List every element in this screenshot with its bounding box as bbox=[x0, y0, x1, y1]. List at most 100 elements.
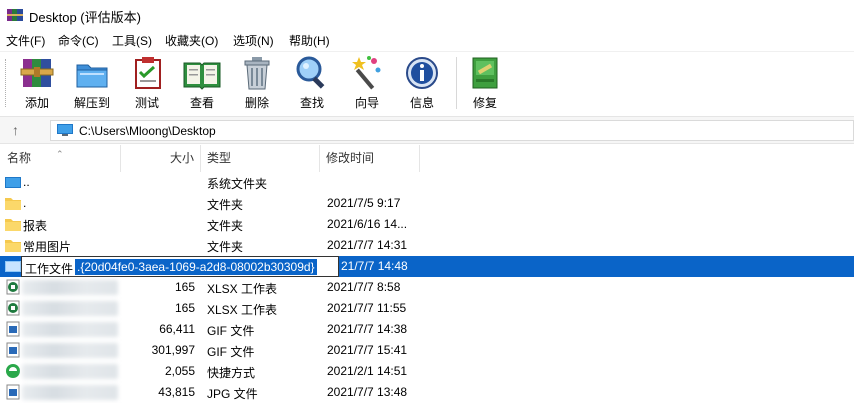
menu-command[interactable]: 命令(C) bbox=[58, 32, 99, 49]
info-button[interactable]: 信息 bbox=[393, 55, 451, 113]
wizard-button[interactable]: 向导 bbox=[338, 55, 396, 113]
blurred-filename bbox=[22, 301, 118, 316]
row-modified: 2021/2/1 14:51 bbox=[327, 364, 408, 378]
row-name: 报表 bbox=[23, 219, 48, 233]
repair-button[interactable]: 修复 bbox=[456, 55, 514, 113]
menu-bar: 文件(F) 命令(C) 工具(S) 收藏夹(O) 选项(N) 帮助(H) bbox=[0, 30, 854, 50]
image-file-icon bbox=[6, 384, 20, 400]
menu-tools[interactable]: 工具(S) bbox=[112, 32, 152, 49]
row-size: 66,411 bbox=[159, 322, 195, 336]
column-modified[interactable]: 修改时间 bbox=[320, 145, 420, 172]
row-type: GIF 文件 bbox=[207, 324, 255, 338]
rename-selected-text: .{20d04fe0-3aea-1069-a2d8-08002b30309d} bbox=[75, 259, 317, 275]
window-title: Desktop (评估版本) bbox=[29, 10, 141, 25]
column-type[interactable]: 类型 bbox=[201, 145, 320, 172]
image-file-icon bbox=[6, 321, 20, 337]
wizard-wand-icon bbox=[352, 56, 381, 90]
blurred-filename bbox=[22, 343, 118, 358]
toolbar: 添加 解压到 测试 查看 删除 查找 向导 信息 修复 bbox=[0, 51, 854, 115]
folder-icon bbox=[5, 219, 21, 231]
add-button[interactable]: 添加 bbox=[8, 55, 66, 113]
path-text: C:\Users\Mloong\Desktop bbox=[79, 124, 216, 138]
row-type: 文件夹 bbox=[207, 219, 244, 233]
column-type-label: 类型 bbox=[207, 151, 232, 165]
row-type: GIF 文件 bbox=[207, 345, 255, 359]
view-book-icon bbox=[183, 62, 221, 90]
row-name: .. bbox=[23, 175, 30, 189]
add-archive-icon bbox=[20, 59, 54, 87]
desktop-folder-icon bbox=[5, 261, 21, 272]
column-size-label: 大小 bbox=[169, 151, 194, 165]
table-row[interactable]: 165 XLSX 工作表 2021/7/7 11:55 bbox=[0, 298, 854, 319]
table-row[interactable]: .. 系统文件夹 bbox=[0, 172, 854, 193]
row-type: 系统文件夹 bbox=[207, 177, 268, 191]
table-row[interactable]: 165 XLSX 工作表 2021/7/7 8:58 bbox=[0, 277, 854, 298]
extract-to-button[interactable]: 解压到 bbox=[63, 55, 121, 113]
title-bar: Desktop (评估版本) bbox=[0, 0, 854, 30]
row-name: 常用图片 bbox=[23, 240, 72, 254]
table-row[interactable]: 报表 文件夹 2021/6/16 14... bbox=[0, 214, 854, 235]
shortcut-icon bbox=[6, 364, 20, 378]
row-modified: 2021/7/7 8:58 bbox=[327, 280, 401, 294]
row-type: XLSX 工作表 bbox=[207, 282, 278, 296]
row-modified: 21/7/7 14:48 bbox=[341, 259, 408, 273]
menu-file[interactable]: 文件(F) bbox=[6, 32, 45, 49]
image-file-icon bbox=[6, 342, 20, 358]
table-row[interactable]: 301,997 GIF 文件 2021/7/7 15:41 bbox=[0, 340, 854, 361]
folder-icon bbox=[5, 240, 21, 252]
row-modified: 2021/6/16 14... bbox=[327, 217, 408, 231]
menu-options[interactable]: 选项(N) bbox=[233, 32, 274, 49]
info-icon bbox=[406, 57, 438, 89]
table-row[interactable]: . 文件夹 2021/7/5 9:17 bbox=[0, 193, 854, 214]
column-name[interactable]: ⌃ 名称 bbox=[0, 145, 121, 172]
table-row[interactable]: 2,055 快捷方式 2021/2/1 14:51 bbox=[0, 361, 854, 382]
menu-favorites[interactable]: 收藏夹(O) bbox=[165, 32, 218, 49]
repair-kit-icon bbox=[472, 57, 498, 89]
row-type: 文件夹 bbox=[207, 240, 244, 254]
row-size: 165 bbox=[174, 280, 195, 294]
blurred-filename bbox=[22, 364, 118, 379]
row-type: XLSX 工作表 bbox=[207, 303, 278, 317]
row-size: 43,815 bbox=[158, 385, 195, 399]
extract-to-icon bbox=[76, 64, 108, 88]
view-button[interactable]: 查看 bbox=[173, 55, 231, 113]
test-label: 测试 bbox=[134, 96, 159, 110]
sort-ascending-icon: ⌃ bbox=[56, 149, 64, 159]
column-headers: ⌃ 名称 大小 类型 修改时间 bbox=[0, 145, 854, 172]
row-type: JPG 文件 bbox=[207, 387, 258, 401]
find-button[interactable]: 查找 bbox=[283, 55, 341, 113]
menu-help[interactable]: 帮助(H) bbox=[289, 32, 330, 49]
table-row[interactable]: 66,411 GIF 文件 2021/7/7 14:38 bbox=[0, 319, 854, 340]
test-icon bbox=[135, 57, 161, 89]
row-modified: 2021/7/7 13:48 bbox=[327, 385, 408, 399]
row-modified: 2021/7/5 9:17 bbox=[327, 196, 401, 210]
table-row[interactable]: 常用图片 文件夹 2021/7/7 14:31 bbox=[0, 235, 854, 256]
table-row[interactable]: 43,815 JPG 文件 2021/7/7 13:48 bbox=[0, 382, 854, 403]
row-size: 165 bbox=[174, 301, 195, 315]
extract-to-label: 解压到 bbox=[73, 96, 110, 110]
rename-input[interactable]: 工作文件 .{20d04fe0-3aea-1069-a2d8-08002b303… bbox=[21, 256, 339, 277]
desktop-folder-icon bbox=[5, 177, 21, 188]
address-bar: ↑ C:\Users\Mloong\Desktop bbox=[0, 116, 854, 144]
folder-icon bbox=[5, 198, 21, 210]
excel-file-icon bbox=[6, 300, 20, 316]
up-folder-icon[interactable]: ↑ bbox=[12, 122, 19, 138]
column-size[interactable]: 大小 bbox=[121, 145, 201, 172]
delete-label: 删除 bbox=[244, 96, 269, 110]
row-name: . bbox=[23, 196, 27, 210]
blurred-filename bbox=[22, 385, 118, 400]
excel-file-icon bbox=[6, 279, 20, 295]
row-size: 2,055 bbox=[164, 364, 195, 378]
wizard-label: 向导 bbox=[354, 96, 379, 110]
row-type: 文件夹 bbox=[207, 198, 244, 212]
table-row-selected[interactable]: 工作文件 .{20d04fe0-3aea-1069-a2d8-08002b303… bbox=[0, 256, 854, 277]
row-modified: 2021/7/7 14:38 bbox=[327, 322, 408, 336]
desktop-icon bbox=[57, 124, 73, 136]
row-modified: 2021/7/7 14:31 bbox=[327, 238, 408, 252]
delete-button[interactable]: 删除 bbox=[228, 55, 286, 113]
add-label: 添加 bbox=[24, 96, 49, 110]
test-button[interactable]: 测试 bbox=[118, 55, 176, 113]
repair-label: 修复 bbox=[472, 96, 497, 110]
magnifier-icon bbox=[296, 56, 325, 89]
path-field[interactable]: C:\Users\Mloong\Desktop bbox=[50, 120, 854, 141]
